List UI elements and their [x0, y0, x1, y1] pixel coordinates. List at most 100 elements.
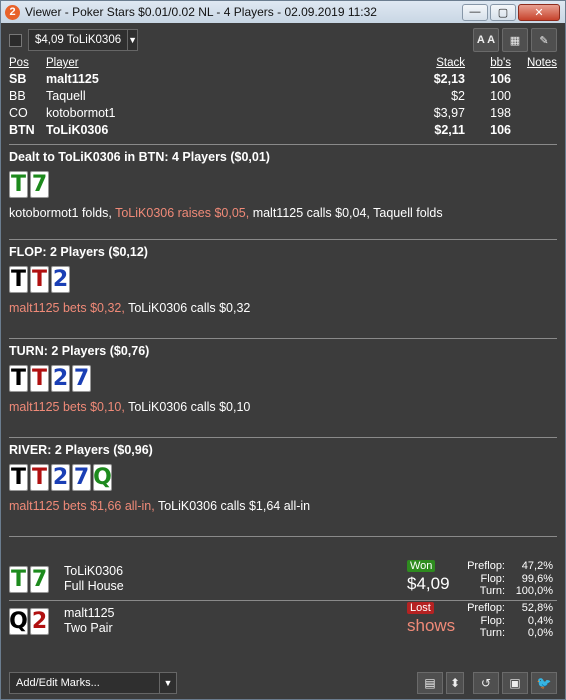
- equity-label: Preflop:: [467, 560, 505, 572]
- divider: [9, 239, 557, 240]
- bottom-toolbar: Add/Edit Marks... ▼ ▤ ⬍ ↺ ▣ 🐦: [9, 671, 557, 695]
- maximize-button[interactable]: ▢: [490, 3, 516, 21]
- minimize-button[interactable]: —: [462, 3, 488, 21]
- equity-row: Preflop: 52,8%: [445, 602, 553, 615]
- pos-cell: SB: [9, 71, 27, 86]
- table-row[interactable]: BB Taquell $2 100: [9, 87, 557, 104]
- playing-card: 2: [51, 365, 70, 392]
- equity-value: 100,0%: [515, 585, 553, 597]
- pos-cell: BTN: [9, 122, 35, 137]
- pos-cell: BB: [9, 88, 26, 103]
- action-text: kotobormot1 folds,: [9, 206, 116, 220]
- equity-row: Turn: 0,0%: [445, 627, 553, 640]
- equity-value: 0,4%: [527, 614, 553, 627]
- up-down-icon[interactable]: ⬍: [446, 672, 464, 694]
- col-header-pos[interactable]: Pos: [9, 57, 46, 70]
- save-icon[interactable]: ▣: [502, 672, 528, 694]
- equity-list: Preflop: 52,8% Flop: 0,4% Turn: 0,0%: [445, 602, 553, 640]
- playing-card: 2: [30, 607, 49, 635]
- street-header: TURN: 2 Players ($0,76): [9, 344, 150, 358]
- font-size-button[interactable]: A A: [473, 28, 499, 52]
- notes-cell[interactable]: [511, 104, 557, 121]
- card-row: TT27Q: [9, 464, 557, 493]
- playing-card: Q: [93, 464, 112, 491]
- equity-label: Turn:: [479, 627, 505, 639]
- lost-badge: Lost: [407, 602, 434, 614]
- playing-card: T: [9, 266, 28, 293]
- result-amount: $4,09: [407, 574, 450, 593]
- pos-cell: CO: [9, 105, 28, 120]
- street-header: RIVER: 2 Players ($0,96): [9, 443, 153, 457]
- playing-card: T: [30, 464, 49, 491]
- close-button[interactable]: ✕: [518, 3, 560, 21]
- equity-value: 99,6%: [521, 572, 553, 585]
- street-turn: TURN: 2 Players ($0,76) TT27 malt1125 be…: [9, 344, 557, 437]
- result-row[interactable]: T7 ToLiK0306 Full House Won $4,09 Preflo…: [9, 559, 557, 599]
- equity-label: Turn:: [479, 585, 505, 597]
- grid-icon[interactable]: ▦: [502, 28, 528, 52]
- marks-select-value: Add/Edit Marks...: [16, 677, 100, 689]
- result-player-info: malt1125 Two Pair: [64, 606, 115, 636]
- playing-card: 7: [72, 365, 91, 392]
- bbs-cell: 106: [490, 71, 511, 86]
- window-title: Viewer - Poker Stars $0.01/0.02 NL - 4 P…: [25, 5, 377, 19]
- chevron-down-icon[interactable]: ▼: [127, 30, 137, 50]
- hand-select-value: $4,09 ToLiK0306: [35, 34, 122, 46]
- app-logo-icon: 2: [5, 4, 20, 20]
- street-header: FLOP: 2 Players ($0,12): [9, 245, 148, 259]
- equity-value: 52,8%: [521, 602, 553, 614]
- playing-card: 7: [72, 464, 91, 491]
- result-player-name: ToLiK0306: [64, 564, 124, 578]
- stack-cell: $2: [451, 88, 465, 103]
- equity-value: 47,2%: [521, 560, 553, 572]
- action-text: malt1125 calls $0,04, Taquell folds: [252, 206, 443, 220]
- playing-card: T: [30, 266, 49, 293]
- action-text: malt1125 bets $0,10,: [9, 400, 129, 414]
- playing-card: T: [30, 365, 49, 392]
- street-preflop: Dealt to ToLiK0306 in BTN: 4 Players ($0…: [9, 150, 557, 239]
- table-row[interactable]: BTN ToLiK0306 $2,11 106: [9, 121, 557, 138]
- divider: [9, 437, 557, 438]
- won-badge: Won: [407, 560, 436, 572]
- playing-card: T: [9, 171, 28, 198]
- table-row[interactable]: CO kotobormot1 $3,97 198: [9, 104, 557, 121]
- bbs-cell: 198: [490, 105, 511, 120]
- action-line: malt1125 bets $0,32, ToLiK0306 calls $0,…: [9, 301, 557, 315]
- hand-checkbox[interactable]: [9, 33, 22, 47]
- chevron-down-icon[interactable]: ▼: [159, 673, 176, 693]
- equity-row: Turn: 100,0%: [445, 585, 553, 598]
- notes-cell[interactable]: [511, 121, 557, 138]
- divider: [9, 338, 557, 339]
- col-header-stack[interactable]: Stack: [385, 57, 465, 70]
- player-cell: Taquell: [46, 88, 86, 103]
- calendar-icon[interactable]: ▤: [417, 672, 443, 694]
- action-text: ToLiK0306 calls $0,10: [128, 400, 251, 414]
- twitter-icon[interactable]: 🐦: [531, 672, 557, 694]
- playing-card: Q: [9, 607, 28, 635]
- bbs-cell: 106: [490, 122, 511, 137]
- notes-cell[interactable]: [511, 87, 557, 104]
- table-row[interactable]: SB malt1125 $2,13 106: [9, 70, 557, 87]
- action-line: malt1125 bets $1,66 all-in, ToLiK0306 ca…: [9, 499, 557, 513]
- edit-icon[interactable]: ✎: [531, 28, 557, 52]
- result-hand-name: Full House: [64, 579, 124, 593]
- action-line: kotobormot1 folds, ToLiK0306 raises $0,0…: [9, 206, 557, 220]
- equity-row: Flop: 99,6%: [445, 573, 553, 586]
- result-row[interactable]: Q2 malt1125 Two Pair Lost shows Preflop:…: [9, 601, 557, 641]
- playing-card: 7: [30, 565, 49, 593]
- col-header-bbs[interactable]: bb's: [465, 57, 511, 70]
- playing-card: 7: [30, 171, 49, 198]
- notes-cell[interactable]: [511, 70, 557, 87]
- hand-select[interactable]: $4,09 ToLiK0306 ▼: [28, 29, 138, 51]
- player-cell: kotobormot1: [46, 105, 116, 120]
- replay-icon[interactable]: ↺: [473, 672, 499, 694]
- title-bar[interactable]: 2 Viewer - Poker Stars $0.01/0.02 NL - 4…: [1, 1, 565, 23]
- viewer-window: 2 Viewer - Poker Stars $0.01/0.02 NL - 4…: [0, 0, 566, 700]
- col-header-player[interactable]: Player: [46, 57, 385, 70]
- marks-select[interactable]: Add/Edit Marks... ▼: [9, 672, 177, 694]
- action-text: malt1125 bets $1,66 all-in,: [9, 499, 158, 513]
- action-text: ToLiK0306 calls $0,32: [128, 301, 251, 315]
- stack-cell: $2,13: [433, 71, 465, 86]
- action-text: ToLiK0306 raises $0,05,: [115, 206, 253, 220]
- col-header-notes[interactable]: Notes: [511, 57, 557, 70]
